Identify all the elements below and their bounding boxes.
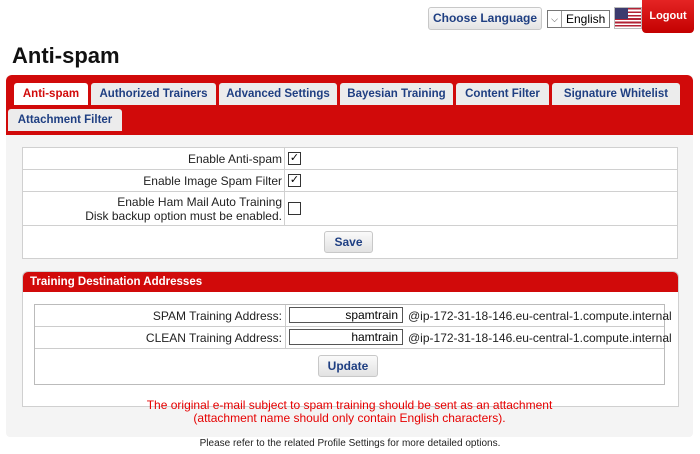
chevron-down-icon: ⌵: [548, 11, 562, 27]
tab-authorized-trainers[interactable]: Authorized Trainers: [91, 83, 216, 105]
setting-row-enable-image-spam: Enable Image Spam Filter ✓: [23, 170, 677, 192]
tab-attachment-filter[interactable]: Attachment Filter: [8, 109, 122, 131]
clean-training-row: CLEAN Training Address: hamtrain @ip-172…: [35, 327, 672, 349]
setting-row-enable-ham-auto: Enable Ham Mail Auto Training Disk backu…: [23, 192, 677, 226]
tab-signature-whitelist[interactable]: Signature Whitelist: [552, 83, 680, 105]
enable-antispam-checkbox[interactable]: ✓: [288, 152, 301, 165]
tab-content-filter[interactable]: Content Filter: [456, 83, 549, 105]
us-flag-icon[interactable]: [614, 7, 642, 29]
choose-language-button[interactable]: Choose Language: [428, 7, 542, 30]
tab-panel: Anti-spam Authorized Trainers Advanced S…: [6, 75, 693, 437]
profile-settings-note: Please refer to the related Profile Sett…: [199, 438, 501, 449]
tab-bayesian-training[interactable]: Bayesian Training: [340, 83, 453, 105]
tab-strip: Anti-spam Authorized Trainers Advanced S…: [6, 75, 693, 135]
disk-backup-note: Disk backup option must be enabled.: [85, 209, 282, 223]
spam-training-label: SPAM Training Address:: [152, 309, 282, 323]
tab-anti-spam[interactable]: Anti-spam: [14, 83, 88, 105]
training-destination-box: Training Destination Addresses SPAM Trai…: [22, 271, 679, 407]
spam-training-domain: @ip-172-31-18-146.eu-central-1.compute.i…: [408, 309, 672, 323]
attachment-note-line-2: (attachment name should only contain Eng…: [193, 411, 506, 425]
setting-row-enable-antispam: Enable Anti-spam ✓: [23, 148, 677, 170]
training-destination-header: Training Destination Addresses: [23, 272, 678, 292]
page-title: Anti-spam: [12, 43, 120, 68]
clean-training-label: CLEAN Training Address:: [145, 331, 282, 345]
attachment-note-line-1: The original e-mail subject to spam trai…: [146, 398, 553, 412]
save-button[interactable]: Save: [324, 231, 373, 253]
language-select[interactable]: ⌵ English: [547, 10, 610, 28]
spam-training-row: SPAM Training Address: spamtrain @ip-172…: [35, 305, 672, 327]
language-select-value: English: [566, 12, 606, 26]
clean-training-domain: @ip-172-31-18-146.eu-central-1.compute.i…: [408, 331, 672, 345]
antispam-settings: Enable Anti-spam ✓ Enable Image Spam Fil…: [22, 147, 678, 259]
logout-button[interactable]: Logout: [642, 0, 694, 33]
top-bar: Choose Language ⌵ English Logout: [0, 0, 700, 40]
enable-image-spam-checkbox[interactable]: ✓: [288, 174, 301, 187]
enable-ham-auto-label: Enable Ham Mail Auto Training: [117, 195, 282, 209]
spam-training-input[interactable]: spamtrain: [289, 307, 403, 323]
training-address-table: SPAM Training Address: spamtrain @ip-172…: [34, 304, 672, 385]
clean-training-input[interactable]: hamtrain: [289, 329, 403, 345]
enable-antispam-label: Enable Anti-spam: [187, 152, 282, 166]
tab-advanced-settings[interactable]: Advanced Settings: [219, 83, 337, 105]
update-button[interactable]: Update: [318, 355, 378, 377]
save-row: Save: [23, 226, 677, 258]
enable-ham-auto-checkbox[interactable]: [288, 202, 301, 215]
enable-image-spam-label: Enable Image Spam Filter: [143, 174, 282, 188]
